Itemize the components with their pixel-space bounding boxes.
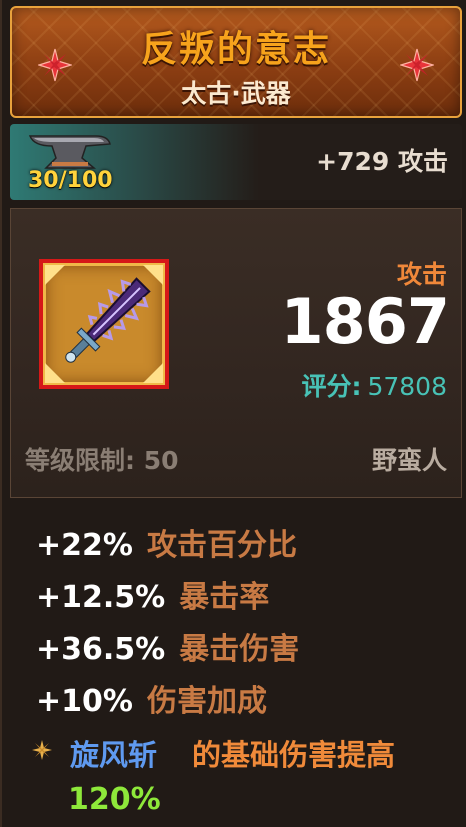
attribute-value: +12.5% bbox=[36, 580, 166, 615]
skill-name: 旋风斩 bbox=[70, 738, 158, 772]
attribute-row: +22% 攻击百分比 bbox=[36, 520, 299, 572]
main-stats-box: 攻击 1867 评分: 57808 等级限制: 50 野蛮人 bbox=[10, 208, 462, 498]
class-requirement: 野蛮人 bbox=[371, 446, 447, 475]
skill-percent: 120% bbox=[68, 782, 161, 817]
item-tooltip-panel: 反叛的意志 太古·武器 30/100 +729 攻击 攻击 1867 评分: 5… bbox=[0, 0, 466, 827]
attribute-name: 伤害加成 bbox=[146, 684, 267, 719]
attribute-value: +22% bbox=[36, 528, 133, 563]
score-label: 评分: bbox=[301, 372, 362, 401]
star-icon bbox=[32, 740, 52, 760]
attribute-value: +36.5% bbox=[36, 632, 166, 667]
item-name: 反叛的意志 bbox=[140, 29, 331, 70]
attribute-name: 暴击率 bbox=[179, 580, 270, 615]
attack-value: 1867 bbox=[280, 285, 450, 358]
forge-count: 30/100 bbox=[28, 168, 113, 193]
sword-icon bbox=[45, 265, 163, 383]
attribute-name: 暴击伤害 bbox=[179, 632, 300, 667]
skill-description: 的基础伤害提高 bbox=[192, 738, 396, 772]
forge-bonus: +729 攻击 bbox=[316, 147, 448, 176]
item-category: 太古·武器 bbox=[181, 79, 291, 108]
score-value: 57808 bbox=[367, 372, 447, 401]
attribute-row: +36.5% 暴击伤害 bbox=[36, 624, 299, 676]
item-header: 反叛的意志 太古·武器 bbox=[10, 6, 462, 118]
attribute-list: +22% 攻击百分比 +12.5% 暴击率 +36.5% 暴击伤害 +10% 伤害加成 bbox=[36, 520, 299, 728]
attribute-row: +12.5% 暴击率 bbox=[36, 572, 299, 624]
attribute-row: +10% 伤害加成 bbox=[36, 676, 299, 728]
score: 评分: 57808 bbox=[301, 367, 447, 403]
forge-bar: 30/100 +729 攻击 bbox=[10, 124, 462, 200]
star-ornament-icon bbox=[400, 48, 434, 82]
level-requirement: 等级限制: 50 bbox=[25, 446, 179, 475]
item-icon-frame bbox=[39, 259, 169, 389]
attribute-name: 攻击百分比 bbox=[146, 528, 297, 563]
attribute-value: +10% bbox=[36, 684, 133, 719]
